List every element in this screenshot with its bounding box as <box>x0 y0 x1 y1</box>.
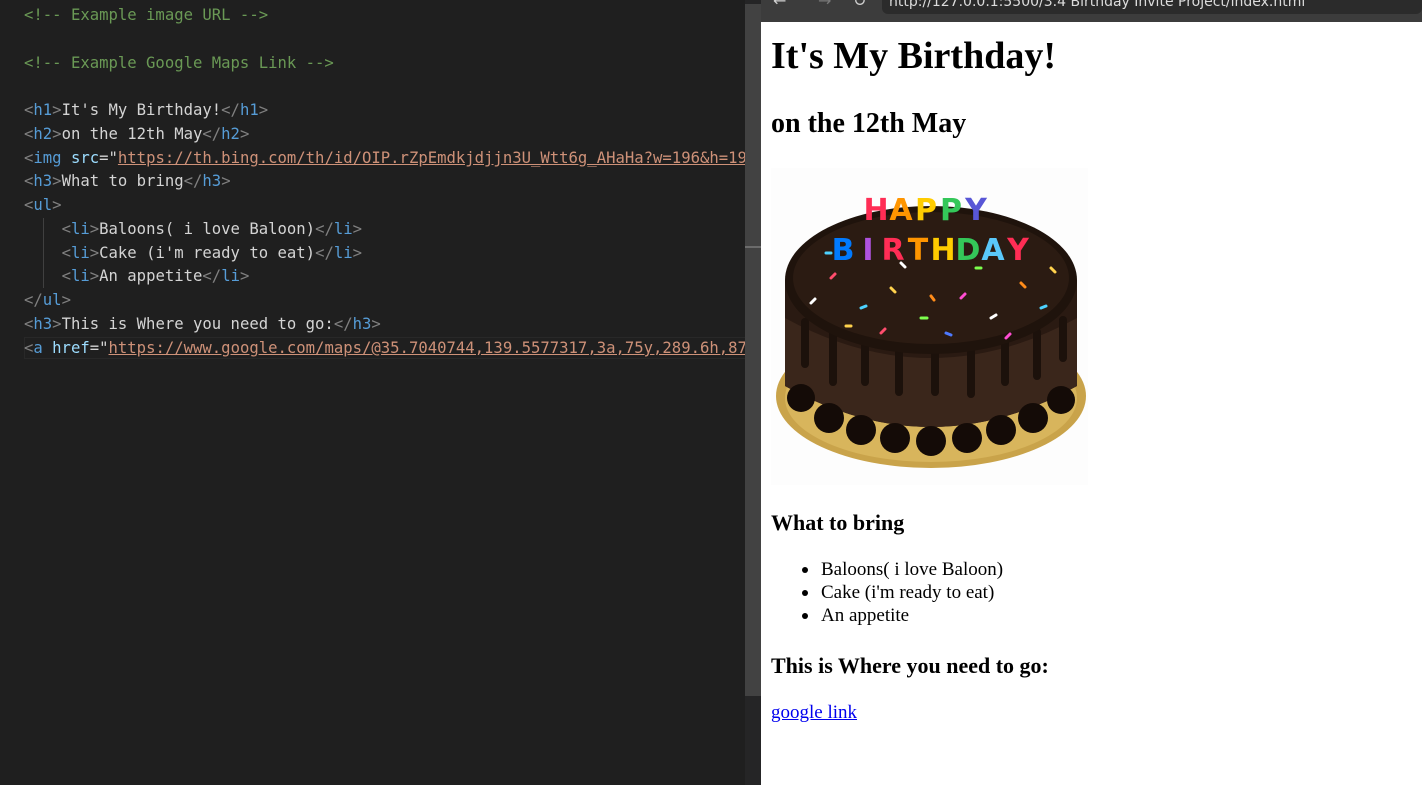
code-img-attr: src <box>70 149 100 167</box>
code-line-ul-open[interactable]: <ul> <box>24 194 62 216</box>
svg-text:Y: Y <box>1006 233 1030 268</box>
code-line-h3-where[interactable]: <h3>This is Where you need to go:</h3> <box>24 313 381 335</box>
code-h2-text: on the 12th May <box>61 125 203 143</box>
code-line-h3-bring[interactable]: <h3>What to bring</h3> <box>24 170 231 192</box>
arrow-right-icon[interactable]: → <box>818 0 831 9</box>
rendered-page: It's My Birthday! on the 12th May H A P … <box>761 22 1422 785</box>
svg-text:H: H <box>863 193 888 228</box>
svg-text:I: I <box>862 233 873 268</box>
code-editor[interactable]: <!-- Example image URL --> <!-- Example … <box>0 0 761 785</box>
svg-text:D: D <box>956 233 981 268</box>
svg-text:P: P <box>940 193 962 228</box>
code-line-img[interactable]: <img src="https://th.bing.com/th/id/OIP.… <box>24 147 747 169</box>
code-line-comment-maps[interactable]: <!-- Example Google Maps Link --> <box>24 52 334 74</box>
code-line-li-3[interactable]: <li>An appetite</li> <box>24 265 250 287</box>
code-line-anchor[interactable]: <a href="https://www.google.com/maps/@35… <box>24 337 747 359</box>
code-line-h1[interactable]: <h1>It's My Birthday!</h1> <box>24 99 268 121</box>
bring-heading: What to bring <box>771 510 905 535</box>
editor-scrollbar-marker <box>745 246 761 248</box>
reload-icon[interactable]: ↻ <box>853 0 866 9</box>
address-bar-url[interactable]: http://127.0.0.1:5500/3.4 Birthday Invit… <box>889 0 1305 10</box>
editor-scrollbar-thumb[interactable] <box>745 4 761 696</box>
code-a-attr: href <box>52 339 90 357</box>
svg-text:P: P <box>915 193 937 228</box>
arrow-left-icon[interactable]: ← <box>773 0 786 9</box>
code-line-ul-close[interactable]: </ul> <box>24 289 71 311</box>
code-h3-bring-text: What to bring <box>61 172 184 190</box>
code-li-2-text: Cake (i'm ready to eat) <box>99 244 316 262</box>
bring-list: Baloons( i love Baloon) Cake (i'm ready … <box>771 558 1003 627</box>
code-li-1-text: Baloons( i love Baloon) <box>99 220 316 238</box>
google-maps-link[interactable]: google link <box>771 701 857 725</box>
code-line-li-2[interactable]: <li>Cake (i'm ready to eat)</li> <box>24 242 362 264</box>
code-li-3-text: An appetite <box>99 267 203 285</box>
svg-text:Y: Y <box>964 193 988 228</box>
where-heading: This is Where you need to go: <box>771 653 1049 678</box>
birthday-cake-image: HA PP Y BI RT HD AY <box>771 168 1088 485</box>
svg-text:R: R <box>881 233 904 268</box>
list-item: Baloons( i love Baloon) <box>771 558 1003 581</box>
page-subtitle: on the 12th May <box>771 108 967 139</box>
list-item: An appetite <box>771 604 1003 627</box>
code-line-h2[interactable]: <h2>on the 12th May</h2> <box>24 123 249 145</box>
code-a-href[interactable]: https://www.google.com/maps/@35.7040744,… <box>109 339 747 357</box>
page-title: It's My Birthday! <box>771 35 1056 77</box>
code-line-comment-image[interactable]: <!-- Example image URL --> <box>24 4 268 26</box>
code-line-li-1[interactable]: <li>Baloons( i love Baloon)</li> <box>24 218 362 240</box>
code-h1-text: It's My Birthday! <box>61 101 222 119</box>
code-img-src[interactable]: https://th.bing.com/th/id/OIP.rZpEmdkjdj… <box>118 149 747 167</box>
svg-text:B: B <box>832 233 855 268</box>
svg-text:A: A <box>981 233 1005 268</box>
svg-text:A: A <box>889 193 913 228</box>
svg-text:H: H <box>930 233 955 268</box>
svg-text:T: T <box>908 233 929 268</box>
code-h3-where-text: This is Where you need to go: <box>61 315 334 333</box>
list-item: Cake (i'm ready to eat) <box>771 581 1003 604</box>
